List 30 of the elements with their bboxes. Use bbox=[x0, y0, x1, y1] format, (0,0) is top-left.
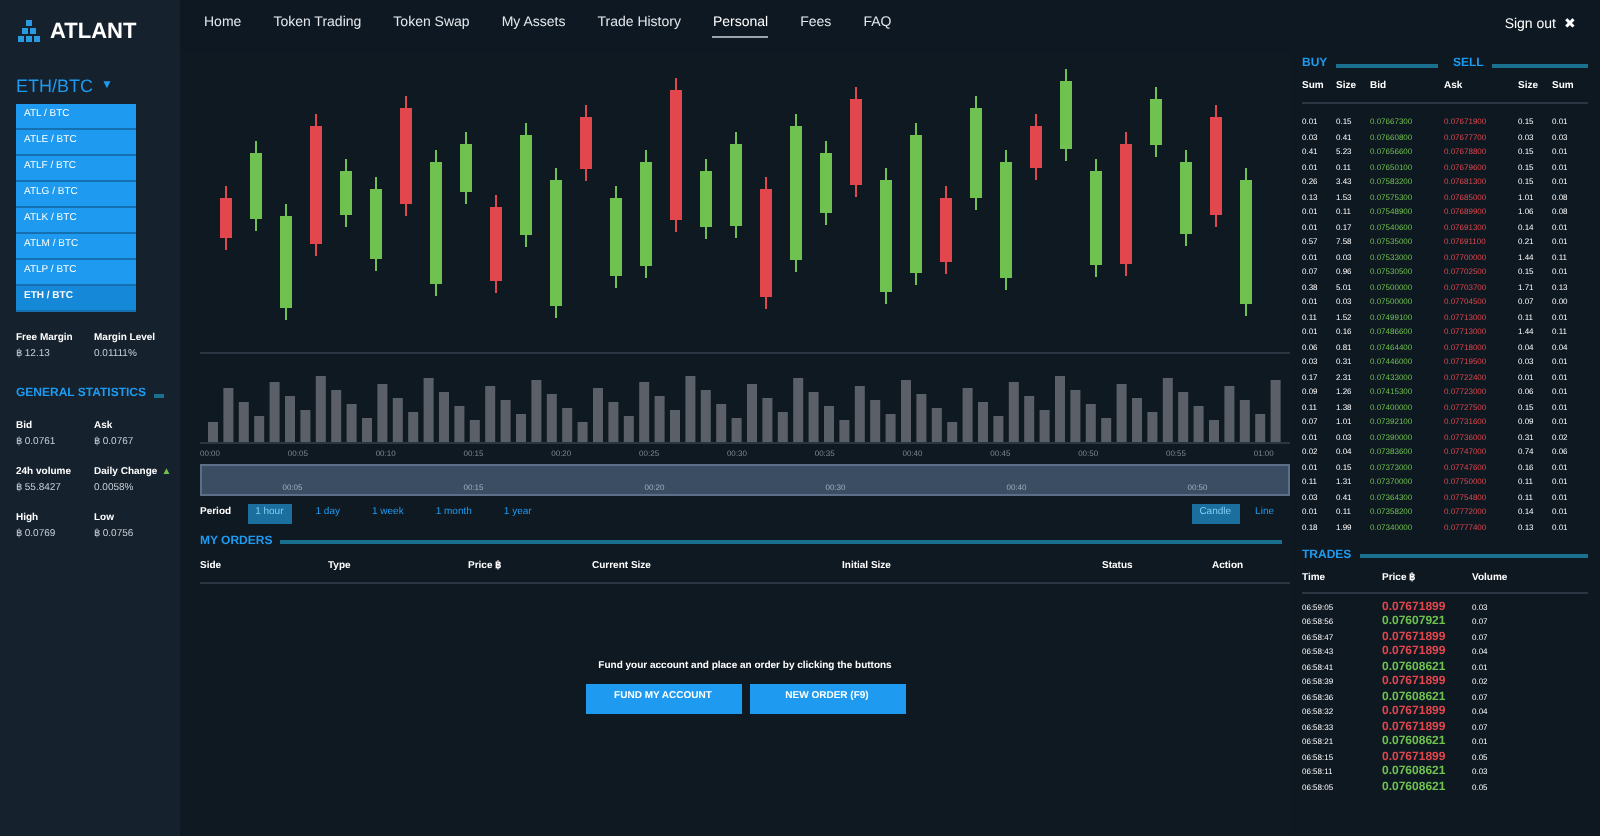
candlestick bbox=[490, 194, 502, 294]
candlestick bbox=[820, 140, 832, 226]
candlestick bbox=[310, 113, 322, 257]
candlestick bbox=[400, 95, 412, 217]
candlestick bbox=[280, 203, 292, 321]
logo-text: ATLANT bbox=[50, 18, 137, 48]
candlestick bbox=[730, 131, 742, 239]
candlestick bbox=[1060, 68, 1072, 162]
candlestick bbox=[1150, 86, 1162, 158]
candlestick bbox=[340, 158, 352, 228]
candlestick bbox=[580, 104, 592, 182]
candlestick bbox=[250, 140, 262, 232]
candlestick bbox=[520, 122, 532, 248]
candlestick bbox=[1000, 149, 1012, 291]
candlestick bbox=[370, 176, 382, 272]
candlestick bbox=[220, 185, 232, 251]
candlestick bbox=[940, 185, 952, 275]
candlestick bbox=[1090, 158, 1102, 278]
candlestick bbox=[1030, 113, 1042, 181]
candlestick bbox=[460, 131, 472, 205]
candlestick bbox=[640, 149, 652, 279]
candlestick bbox=[1210, 104, 1222, 228]
logo-icon bbox=[16, 19, 42, 46]
candlestick bbox=[700, 158, 712, 240]
candlestick bbox=[1180, 149, 1192, 247]
candlestick bbox=[850, 86, 862, 198]
candlestick bbox=[970, 95, 982, 211]
candlestick bbox=[760, 176, 772, 310]
candlestick bbox=[880, 167, 892, 305]
candlestick bbox=[610, 185, 622, 289]
